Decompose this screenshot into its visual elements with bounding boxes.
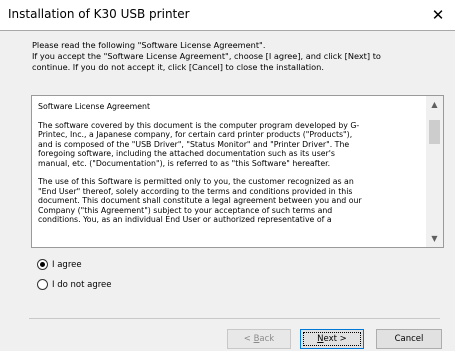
disagree-label[interactable]: I do not agree (52, 280, 112, 290)
focus-rect (303, 332, 361, 346)
agree-radio[interactable]: I agree (37, 259, 82, 270)
license-line: Company ("this Agreement") subject to yo… (38, 205, 333, 215)
license-scrollbar[interactable]: ▲ ▼ (426, 96, 443, 247)
license-line: "End User" thereof, solely according to … (38, 186, 353, 196)
title-bar: Installation of K30 USB printer ✕ (0, 0, 455, 30)
footer-divider (29, 318, 440, 319)
license-text: Software License Agreement The software … (38, 102, 426, 225)
scroll-up-icon[interactable]: ▲ (426, 96, 443, 113)
scroll-thumb[interactable] (429, 120, 440, 144)
radio-checked-icon[interactable] (37, 259, 48, 270)
back-button[interactable]: < Back (227, 329, 291, 349)
license-line: document. This document shall constitute… (38, 196, 362, 205)
license-line: conditions. You, as an individual End Us… (38, 215, 332, 224)
close-icon[interactable]: ✕ (427, 4, 449, 26)
next-button[interactable]: Next > (300, 329, 364, 349)
license-line: manual, etc. ("Documentation"), is refer… (38, 158, 331, 168)
license-gap (38, 168, 426, 177)
license-line: Software License Agreement (38, 102, 151, 111)
disagree-radio[interactable]: I do not agree (37, 279, 112, 290)
intro-line: continue. If you do not accept it, click… (32, 62, 324, 73)
license-line: foregoing software, including the attach… (38, 149, 335, 158)
window-title: Installation of K30 USB printer (8, 7, 190, 21)
license-line: The software covered by this document is… (38, 120, 360, 130)
title-divider (0, 30, 455, 31)
license-line: and is composed of the "USB Driver", "St… (38, 139, 350, 149)
back-prefix: < (243, 334, 254, 344)
radio-unchecked-icon[interactable] (37, 279, 48, 290)
agree-label[interactable]: I agree (52, 260, 82, 270)
intro-line: Please read the following "Software Lice… (32, 40, 266, 50)
back-label: ack (259, 334, 275, 344)
license-line: Printec, Inc., a Japanese company, for c… (38, 130, 353, 139)
intro-line: If you accept the "Software License Agre… (32, 51, 381, 62)
license-gap (38, 112, 426, 121)
license-line: The use of this Software is permitted on… (38, 177, 354, 186)
cancel-button[interactable]: Cancel (376, 329, 442, 349)
license-textbox[interactable]: Software License Agreement The software … (31, 95, 444, 248)
intro-text: Please read the following "Software Lice… (32, 40, 444, 74)
scroll-down-icon[interactable]: ▼ (426, 230, 443, 247)
